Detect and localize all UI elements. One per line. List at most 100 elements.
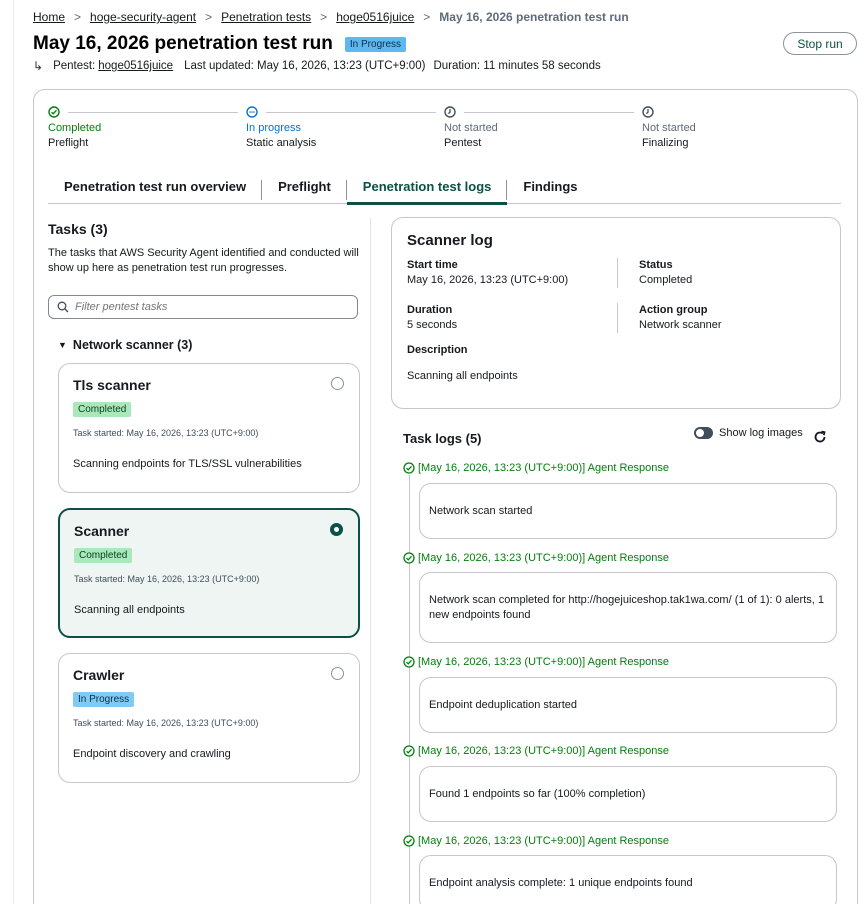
page-title: May 16, 2026 penetration test run [33, 33, 333, 54]
scanner-log-title: Scanner log [407, 232, 493, 249]
log-entry-header: [May 16, 2026, 13:23 (UTC+9:00)] Agent R… [403, 552, 669, 564]
status-value: Completed [639, 274, 693, 286]
filter-tasks-input[interactable] [75, 301, 345, 313]
start-time-value: May 16, 2026, 13:23 (UTC+9:00) [407, 274, 569, 286]
breadcrumb-pentest[interactable]: hoge0516juice [336, 10, 414, 24]
status-badge: In Progress [73, 692, 135, 707]
log-timestamp: [May 16, 2026, 13:23 (UTC+9:00)] Agent R… [418, 745, 670, 757]
task-logs-heading: Task logs (5) [403, 431, 482, 446]
breadcrumb-pentests[interactable]: Penetration tests [221, 10, 311, 24]
stop-run-button[interactable]: Stop run [783, 32, 857, 55]
step-preflight: Completed Preflight [48, 106, 246, 149]
task-card-tls-scanner[interactable]: Tls scanner Completed Task started: May … [58, 363, 360, 493]
step-name: Preflight [48, 137, 89, 149]
log-entry-text: Network scan started [419, 483, 837, 539]
step-name: Pentest [444, 137, 482, 149]
tab-penetration-test-logs[interactable]: Penetration test logs [346, 172, 508, 205]
refresh-icon[interactable] [812, 429, 828, 445]
column-divider [617, 258, 618, 288]
search-icon [57, 301, 69, 313]
chevron-right-icon: > [205, 10, 213, 24]
title-row: May 16, 2026 penetration test run In Pro… [33, 33, 407, 55]
log-entry-header: [May 16, 2026, 13:23 (UTC+9:00)] Agent R… [403, 656, 669, 668]
pentest-link[interactable]: hoge0516juice [98, 60, 173, 72]
action-group: Action group Network scanner [639, 304, 722, 331]
duration: Duration: 11 minutes 58 seconds [433, 60, 601, 72]
task-description: Endpoint discovery and crawling [73, 748, 231, 760]
task-card-crawler[interactable]: Crawler In Progress Task started: May 16… [58, 653, 360, 783]
step-state: Not started [642, 122, 696, 134]
filter-tasks-field[interactable] [48, 295, 358, 319]
description-value: Scanning all endpoints [407, 370, 518, 382]
step-finalizing: Not started Finalizing [642, 106, 840, 149]
duration-label: Duration [407, 304, 453, 316]
in-progress-icon [246, 106, 258, 118]
tab-preflight[interactable]: Preflight [262, 172, 347, 204]
status-badge: In Progress [344, 36, 407, 52]
show-log-images-toggle[interactable]: Show log images [694, 427, 803, 439]
step-name: Finalizing [642, 137, 689, 149]
tab-overview[interactable]: Penetration test run overview [48, 172, 263, 204]
duration: Duration 5 seconds [407, 304, 457, 331]
progress-steps: Completed Preflight In progress Static a… [48, 106, 838, 156]
breadcrumb-current: May 16, 2026 penetration test run [439, 10, 629, 24]
check-circle-icon [403, 462, 415, 474]
log-entry-text: Network scan completed for http://hogeju… [419, 572, 837, 643]
breadcrumb-home[interactable]: Home [33, 10, 65, 24]
log-entry-header: [May 16, 2026, 13:23 (UTC+9:00)] Agent R… [403, 745, 669, 757]
check-circle-icon [403, 745, 415, 757]
status: Status Completed [639, 259, 692, 286]
last-updated: Last updated: May 16, 2026, 13:23 (UTC+9… [184, 60, 426, 72]
task-radio[interactable] [331, 667, 344, 680]
task-card-scanner[interactable]: Scanner Completed Task started: May 16, … [58, 508, 360, 638]
step-connector [68, 112, 238, 113]
tab-findings[interactable]: Findings [507, 172, 593, 204]
step-pentest: Not started Pentest [444, 106, 642, 149]
log-timestamp: [May 16, 2026, 13:23 (UTC+9:00)] Agent R… [418, 552, 670, 564]
log-entry-text: Endpoint analysis complete: 1 unique end… [419, 855, 837, 904]
log-entry-header: [May 16, 2026, 13:23 (UTC+9:00)] Agent R… [403, 835, 669, 847]
chevron-right-icon: > [74, 10, 82, 24]
toggle-switch[interactable] [694, 427, 713, 439]
check-circle-icon [403, 656, 415, 668]
task-started: Task started: May 16, 2026, 13:23 (UTC+9… [73, 428, 259, 438]
breadcrumb: Home > hoge-security-agent > Penetration… [33, 10, 629, 24]
action-group-label: Action group [639, 304, 708, 316]
log-timestamp: [May 16, 2026, 13:23 (UTC+9:00)] Agent R… [418, 835, 670, 847]
pentest-label: Pentest: [53, 60, 96, 72]
task-name: Crawler [73, 667, 125, 683]
task-radio[interactable] [330, 523, 343, 536]
log-entry-header: [May 16, 2026, 13:23 (UTC+9:00)] Agent R… [403, 462, 669, 474]
step-name: Static analysis [246, 137, 317, 149]
breadcrumb-agent[interactable]: hoge-security-agent [90, 10, 196, 24]
step-state: Completed [48, 122, 102, 134]
task-group-network-scanner[interactable]: ▼ Network scanner (3) [58, 338, 192, 352]
log-timestamp: [May 16, 2026, 13:23 (UTC+9:00)] Agent R… [418, 656, 670, 668]
chevron-right-icon: > [320, 10, 328, 24]
clock-icon [444, 106, 456, 118]
log-entry-text: Found 1 endpoints so far (100% completio… [419, 766, 837, 822]
task-radio[interactable] [331, 377, 344, 390]
log-timestamp: [May 16, 2026, 13:23 (UTC+9:00)] Agent R… [418, 462, 670, 474]
run-meta: ↳ Pentest: hoge0516juice Last updated: M… [33, 59, 601, 73]
task-group-label: Network scanner (3) [72, 338, 193, 352]
column-divider [617, 303, 618, 333]
task-description: Scanning endpoints for TLS/SSL vulnerabi… [73, 458, 302, 470]
return-arrow-icon: ↳ [33, 59, 44, 73]
status-badge: Completed [74, 548, 133, 563]
duration-value: 5 seconds [407, 319, 458, 331]
tasks-heading: Tasks (3) [48, 221, 108, 237]
status-label: Status [639, 259, 673, 271]
step-state: Not started [444, 122, 498, 134]
check-circle-icon [403, 835, 415, 847]
tab-bar: Penetration test run overview Preflight … [48, 172, 841, 205]
step-connector [464, 112, 634, 113]
column-divider [370, 218, 371, 904]
chevron-right-icon: > [423, 10, 431, 24]
task-started: Task started: May 16, 2026, 13:23 (UTC+9… [74, 574, 260, 584]
check-circle-icon [403, 552, 415, 564]
description-label: Description [407, 344, 468, 356]
task-started: Task started: May 16, 2026, 13:23 (UTC+9… [73, 718, 259, 728]
task-description: Scanning all endpoints [74, 604, 185, 616]
start-time: Start time May 16, 2026, 13:23 (UTC+9:00… [407, 259, 568, 286]
